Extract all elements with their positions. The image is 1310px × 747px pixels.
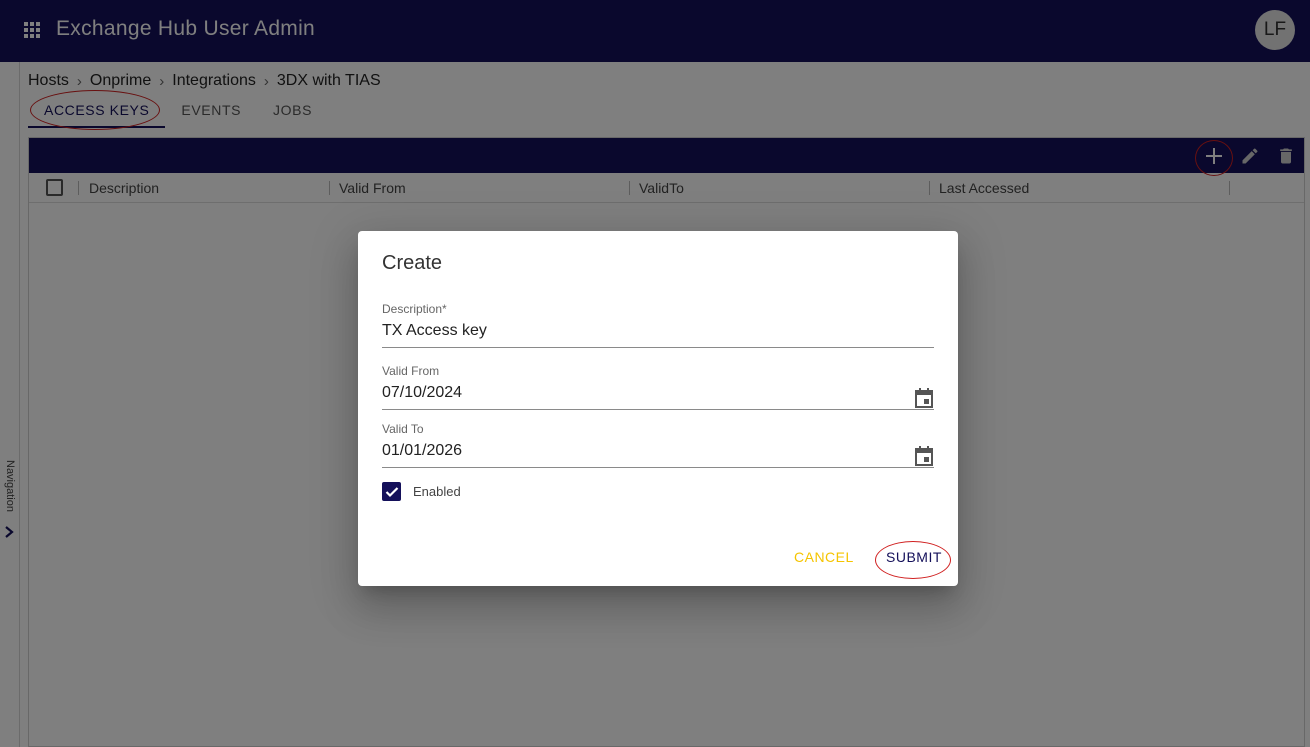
checkmark-icon — [385, 486, 398, 497]
description-field: Description* — [382, 302, 934, 348]
submit-button[interactable]: SUBMIT — [886, 549, 942, 565]
enabled-checkbox[interactable] — [382, 482, 401, 501]
cancel-button[interactable]: CANCEL — [794, 549, 854, 565]
enabled-label: Enabled — [413, 484, 461, 499]
valid-to-label: Valid To — [382, 422, 424, 436]
valid-from-label: Valid From — [382, 364, 440, 378]
valid-to-field: Valid To — [382, 422, 934, 468]
enabled-row: Enabled — [382, 482, 461, 501]
dialog-title: Create — [382, 252, 443, 274]
description-input[interactable] — [382, 316, 934, 348]
description-label: Description* — [382, 302, 447, 316]
valid-from-field: Valid From — [382, 364, 934, 410]
valid-to-input[interactable] — [382, 436, 934, 468]
create-access-key-dialog: Create Description* Valid From Valid To — [358, 231, 958, 586]
valid-from-input[interactable] — [382, 378, 934, 410]
calendar-icon[interactable] — [914, 387, 934, 409]
calendar-icon[interactable] — [914, 445, 934, 467]
